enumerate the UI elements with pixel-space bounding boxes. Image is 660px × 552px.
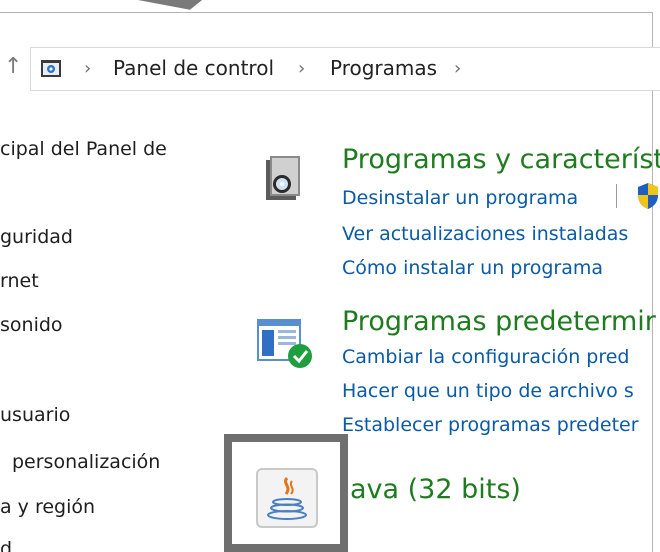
link-ver-actualizaciones[interactable]: Ver actualizaciones instaladas (342, 223, 628, 245)
section-title-predeterminados[interactable]: Programas predetermir (342, 306, 656, 337)
section-title-programas[interactable]: Programas y característ (342, 144, 660, 175)
shield-icon (638, 183, 658, 209)
link-hacer-que-tipo-archivo[interactable]: Hacer que un tipo de archivo s (342, 380, 634, 402)
sidebar-item-internet[interactable]: rnet (0, 270, 39, 292)
breadcrumb-panel-de-control[interactable]: Panel de control (113, 56, 274, 80)
sidebar-item-sonido[interactable]: sonido (0, 314, 63, 336)
section-title-java[interactable]: Java (32 bits) (342, 474, 521, 505)
sidebar-item-usuario[interactable]: usuario (0, 404, 70, 426)
sidebar-item-personalizacion[interactable]: personalización (12, 451, 160, 473)
default-programs-icon (257, 319, 312, 368)
breadcrumb-separator: › (84, 58, 92, 79)
link-desinstalar[interactable]: Desinstalar un programa (342, 187, 578, 209)
link-como-instalar[interactable]: Cómo instalar un programa (342, 257, 603, 279)
sidebar-item-region[interactable]: a y región (0, 496, 95, 518)
control-panel-icon (41, 60, 61, 77)
sidebar-item-panel-principal[interactable]: cipal del Panel de (0, 138, 167, 160)
link-divider (616, 184, 617, 208)
sidebar-item-truncated[interactable]: d (0, 538, 12, 552)
link-cambiar-configuracion[interactable]: Cambiar la configuración pred (342, 346, 630, 368)
sidebar-item-seguridad[interactable]: guridad (0, 226, 73, 248)
breadcrumb-programas[interactable]: Programas (330, 56, 437, 80)
programs-icon (266, 156, 300, 200)
control-panel-window: ↑ › Panel de control › Programas › cipal… (0, 0, 660, 552)
breadcrumb-separator: › (454, 58, 462, 79)
link-establecer-programas[interactable]: Establecer programas predeter (342, 414, 639, 436)
highlight-box (224, 434, 348, 552)
up-arrow-icon[interactable]: ↑ (4, 54, 22, 79)
breadcrumb-separator: › (298, 58, 306, 79)
